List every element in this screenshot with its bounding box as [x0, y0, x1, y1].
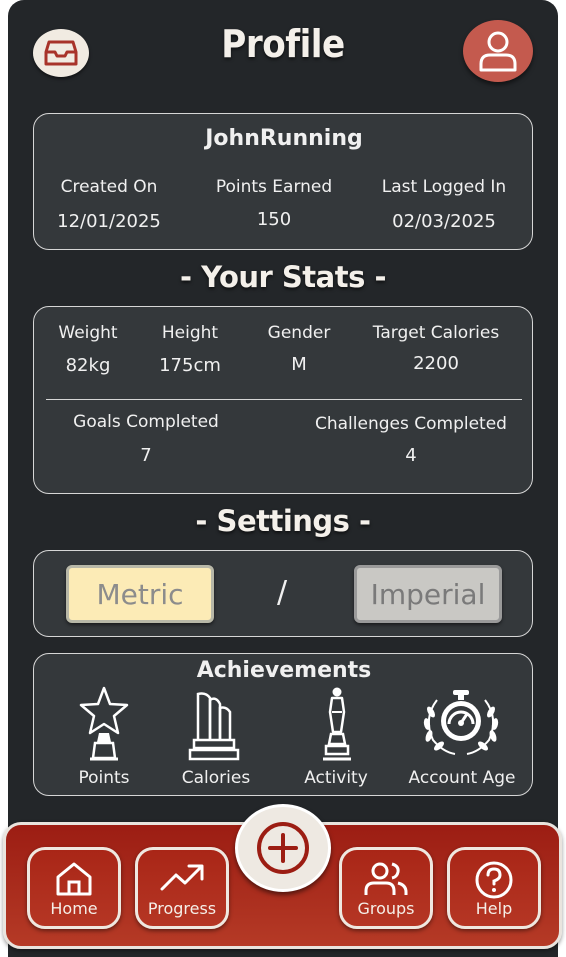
pillar-trophy-icon [188, 692, 240, 761]
user-info-card: JohnRunning Created On 12/01/2025 Points… [33, 113, 533, 250]
trend-up-icon [160, 864, 204, 891]
last-logged-in-value: 02/03/2025 [392, 211, 496, 232]
achievements-title: Achievements [196, 658, 372, 683]
settings-card: Metric / Imperial [33, 550, 533, 637]
achievement-label-account-age: Account Age [408, 768, 516, 788]
weight-label: Weight [58, 323, 118, 343]
nav-home-button[interactable]: Home [27, 847, 121, 929]
nav-groups-label: Groups [357, 899, 415, 918]
created-on-label: Created On [60, 177, 158, 197]
goals-completed-label: Goals Completed [73, 412, 219, 432]
metric-button[interactable]: Metric [66, 565, 214, 623]
points-earned-value: 150 [256, 209, 292, 230]
settings-section-title: - Settings - [195, 504, 371, 538]
points-earned-label: Points Earned [215, 177, 333, 197]
created-on-value: 12/01/2025 [57, 211, 161, 232]
nav-home-label: Home [50, 899, 98, 918]
nav-help-label: Help [475, 899, 513, 918]
unit-separator: / [276, 575, 288, 610]
last-logged-in-label: Last Logged In [381, 177, 507, 197]
target-calories-value: 2200 [413, 353, 459, 374]
height-label: Height [161, 323, 219, 343]
star-trophy-icon [79, 686, 129, 761]
gender-value: M [291, 354, 307, 375]
profile-avatar-button[interactable] [463, 20, 533, 82]
stats-card: Weight 82kg Height 175cm Gender M Target… [33, 306, 533, 494]
height-value: 175cm [159, 355, 221, 376]
achievement-label-activity: Activity [304, 768, 368, 788]
challenges-completed-label: Challenges Completed [315, 414, 507, 434]
stats-divider [46, 399, 522, 400]
users-icon [364, 862, 408, 895]
stopwatch-laurel-icon [423, 690, 499, 755]
help-icon [475, 861, 513, 899]
add-button[interactable] [235, 804, 331, 892]
home-icon [56, 862, 92, 896]
imperial-button[interactable]: Imperial [354, 565, 502, 623]
nav-groups-button[interactable]: Groups [339, 847, 433, 929]
plus-circle-icon [257, 822, 309, 874]
target-calories-label: Target Calories [372, 323, 500, 343]
achievement-label-points: Points [78, 768, 130, 788]
stats-section-title: - Your Stats - [179, 260, 387, 294]
nav-progress-button[interactable]: Progress [135, 847, 229, 929]
user-icon [479, 31, 517, 72]
achievements-card: Achievements Points Calories Activity Ac… [33, 653, 533, 796]
username: JohnRunning [205, 126, 363, 151]
challenges-completed-value: 4 [405, 445, 417, 466]
achievement-label-calories: Calories [181, 768, 251, 788]
goals-completed-value: 7 [140, 445, 152, 466]
gender-label: Gender [267, 323, 331, 343]
statue-trophy-icon [323, 687, 351, 761]
nav-help-button[interactable]: Help [447, 847, 541, 929]
nav-progress-label: Progress [147, 899, 217, 918]
weight-value: 82kg [65, 355, 111, 376]
